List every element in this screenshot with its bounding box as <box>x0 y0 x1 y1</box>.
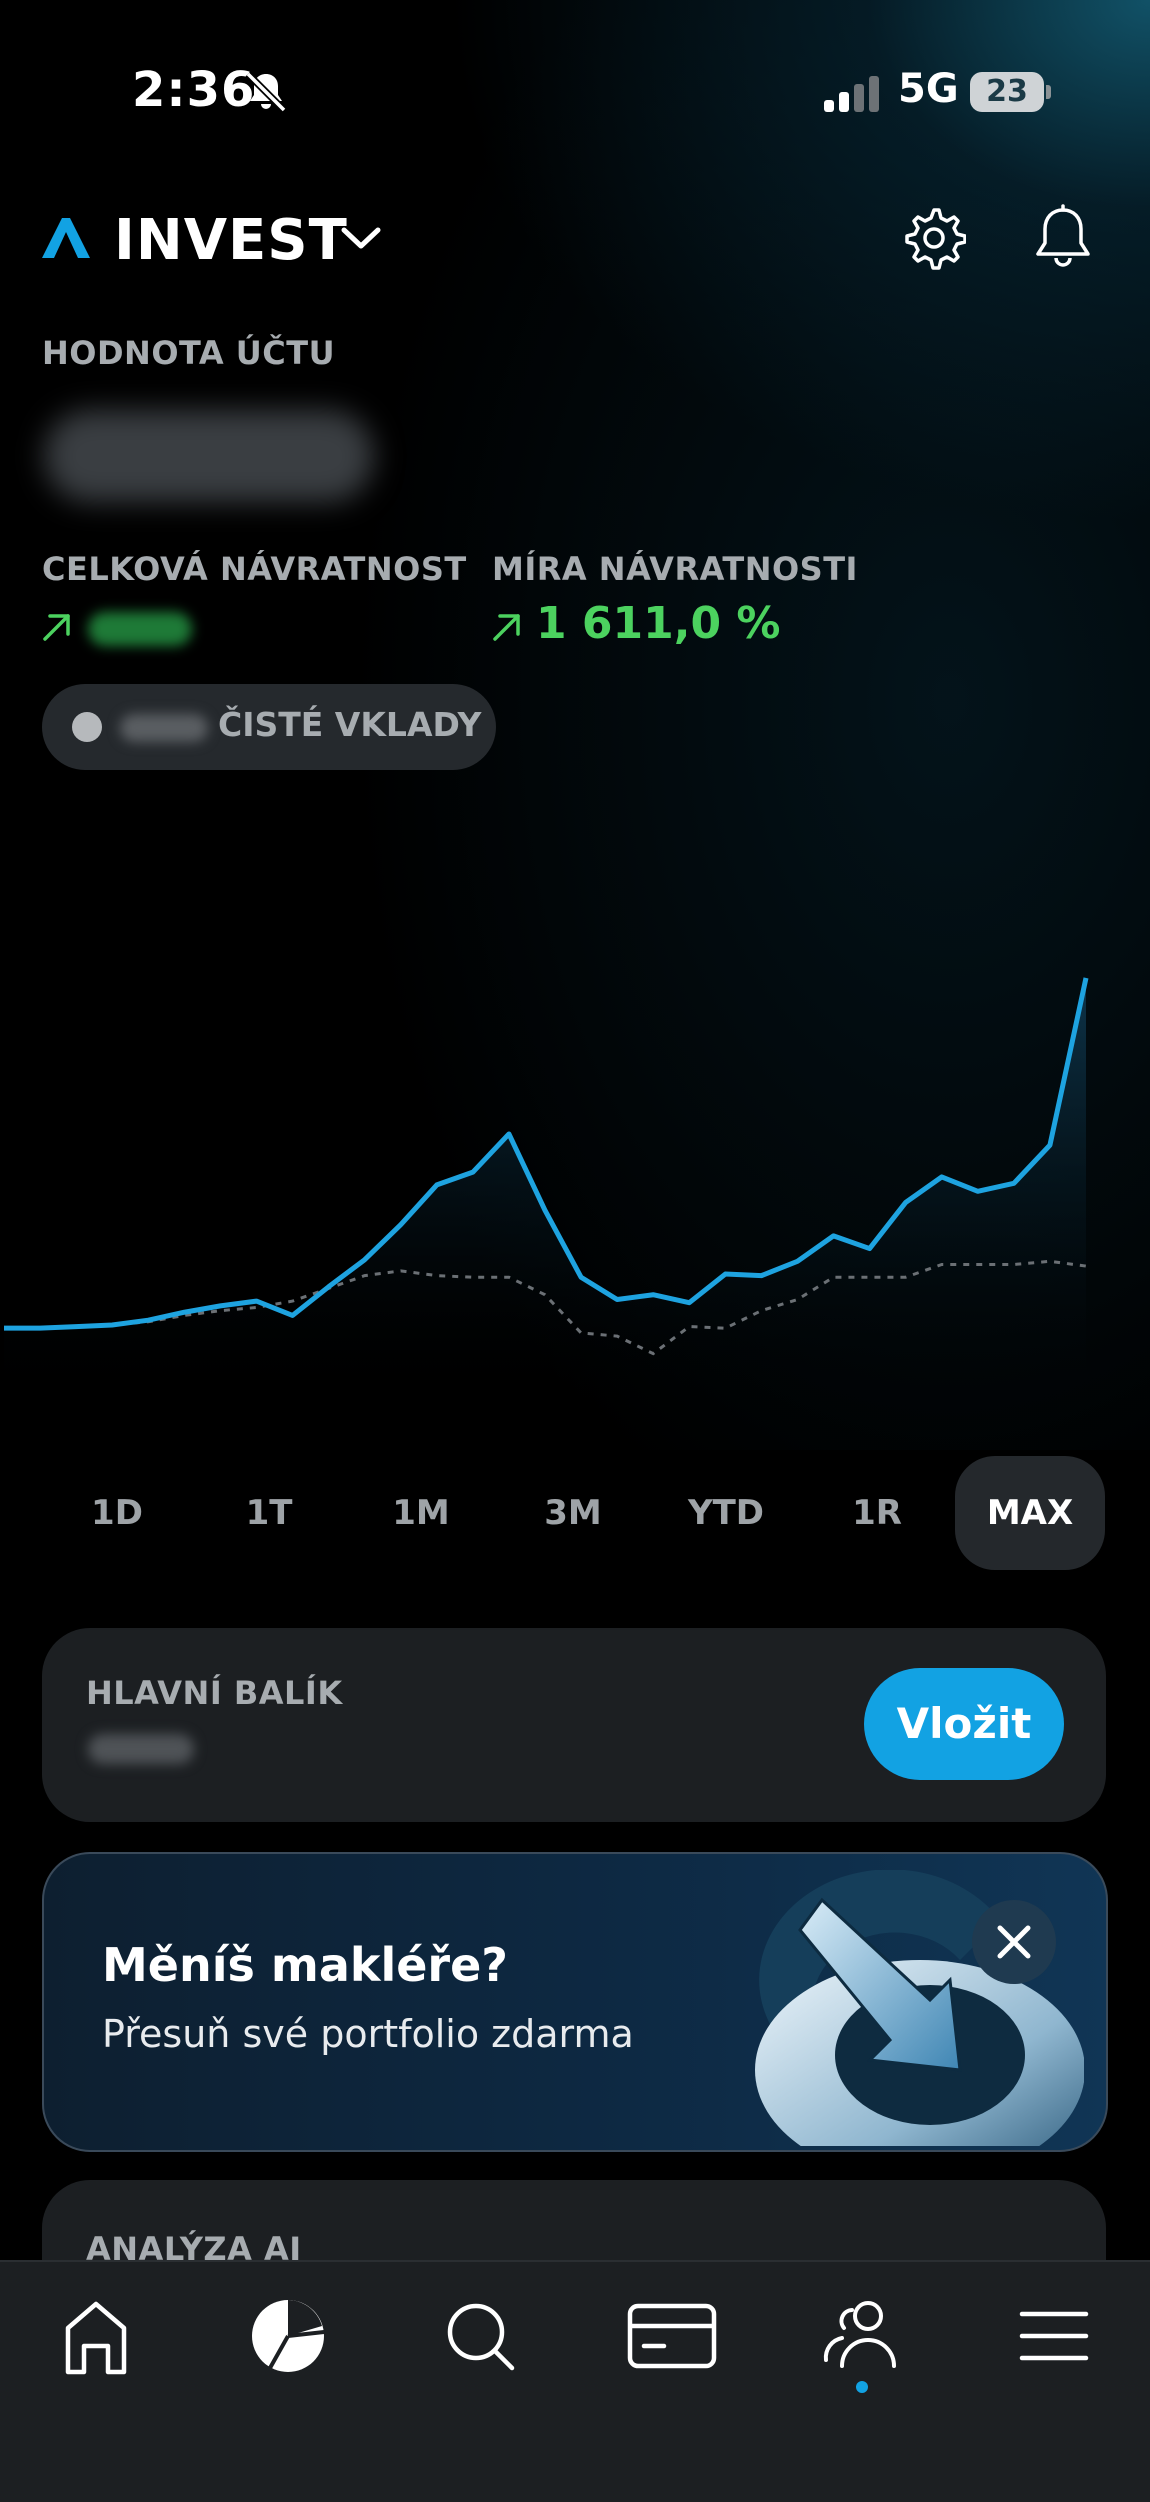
range-ytd-button[interactable]: YTD <box>666 1456 786 1570</box>
total-return-hidden <box>88 612 192 646</box>
gear-icon[interactable] <box>902 206 966 270</box>
silent-mode-icon <box>245 71 287 113</box>
search-icon[interactable] <box>432 2288 528 2384</box>
arrow-up-right-icon <box>493 614 520 641</box>
status-time: 2:36 <box>132 62 256 118</box>
menu-icon[interactable] <box>1006 2288 1102 2384</box>
time-range-selector: 1D 1T 1M 3M YTD 1R MAX <box>0 1456 1150 1570</box>
app-logo-icon <box>42 218 90 258</box>
banner-subtitle: Přesuň své portfolio zdarma <box>102 2012 634 2056</box>
network-type: 5G <box>898 66 959 112</box>
card-icon[interactable] <box>624 2288 720 2384</box>
arrow-up-right-icon <box>43 614 70 641</box>
home-icon[interactable] <box>48 2288 144 2384</box>
account-value-hidden <box>44 410 374 502</box>
net-deposits-label: ČISTÉ VKLADY <box>218 705 482 744</box>
range-1m-button[interactable]: 1M <box>361 1456 481 1570</box>
range-1d-button[interactable]: 1D <box>57 1456 177 1570</box>
active-tab-indicator <box>856 2381 868 2393</box>
banner-title: Měníš makléře? <box>102 1938 508 1992</box>
net-deposits-hidden <box>120 714 208 742</box>
battery-level: 23 <box>970 72 1044 112</box>
main-package-label: HLAVNÍ BALÍK <box>86 1674 343 1712</box>
range-1r-button[interactable]: 1R <box>817 1456 937 1570</box>
main-package-value-hidden <box>88 1734 194 1764</box>
portfolio-chart[interactable] <box>0 940 1150 1420</box>
account-switcher-title[interactable]: INVEST <box>114 208 348 273</box>
notifications-icon[interactable] <box>1032 204 1094 272</box>
bottom-tab-bar <box>0 2260 1150 2502</box>
range-1t-button[interactable]: 1T <box>209 1456 329 1570</box>
battery-icon: 23 <box>970 72 1052 112</box>
deposit-button[interactable]: Vložit <box>864 1668 1064 1780</box>
portfolio-pie-icon[interactable] <box>240 2288 336 2384</box>
people-icon[interactable] <box>814 2288 910 2384</box>
close-banner-button[interactable] <box>972 1900 1056 1984</box>
return-rate-label: MÍRA NÁVRATNOSTI <box>492 550 858 588</box>
return-rate-value: 1 611,0 % <box>536 598 781 649</box>
chevron-down-icon[interactable] <box>338 222 384 256</box>
range-3m-button[interactable]: 3M <box>513 1456 633 1570</box>
close-icon <box>997 1925 1031 1959</box>
total-return-label: CELKOVÁ NÁVRATNOST <box>42 550 467 588</box>
portfolio-area <box>4 977 1086 1410</box>
account-value-label: HODNOTA ÚČTU <box>42 334 336 372</box>
signal-icon <box>824 76 879 112</box>
range-max-button[interactable]: MAX <box>955 1456 1105 1570</box>
net-deposits-legend-dot <box>72 712 102 742</box>
